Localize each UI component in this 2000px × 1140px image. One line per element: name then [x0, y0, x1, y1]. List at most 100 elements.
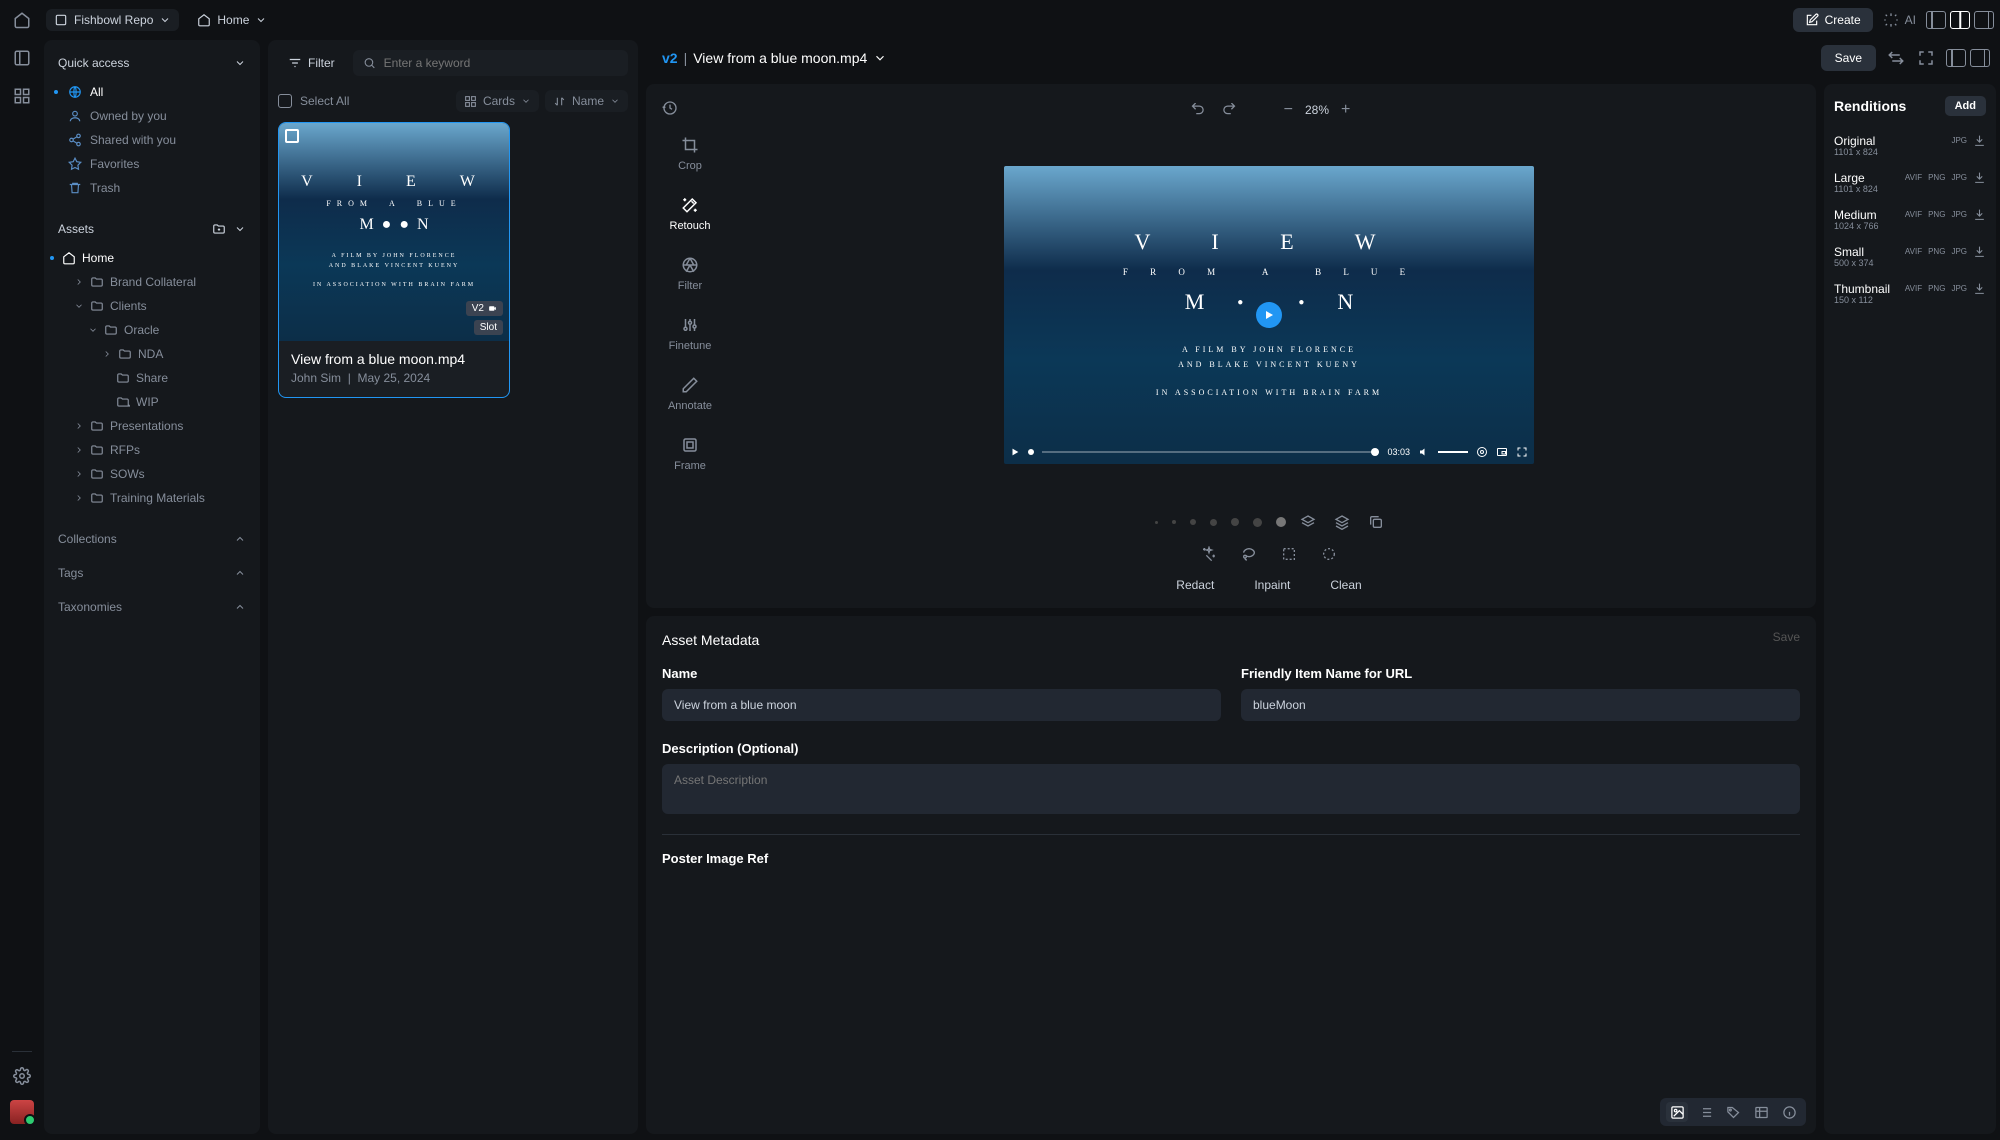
folder-plus-icon[interactable] — [212, 222, 226, 236]
nav-owned[interactable]: Owned by you — [44, 104, 260, 128]
nav-trash[interactable]: Trash — [44, 176, 260, 200]
lasso-icon[interactable] — [1241, 546, 1257, 562]
zoom-in[interactable]: + — [1341, 101, 1350, 119]
ai-redact[interactable]: Redact — [1176, 578, 1214, 592]
tree-sows[interactable]: SOWs — [44, 462, 260, 486]
detail-tabs[interactable] — [1660, 1098, 1806, 1126]
rendition-item[interactable]: Original JPG 1101 x 824 — [1834, 134, 1986, 157]
layout-left-icon[interactable] — [1946, 49, 1966, 67]
layout-center-icon[interactable] — [1950, 11, 1970, 29]
undo-icon[interactable] — [1188, 100, 1208, 120]
clone-icon[interactable] — [1368, 514, 1384, 530]
history-icon[interactable] — [660, 98, 680, 118]
settings-icon[interactable] — [1476, 446, 1488, 458]
tree-oracle[interactable]: Oracle — [44, 318, 260, 342]
image-tab-icon[interactable] — [1666, 1102, 1688, 1122]
video-player[interactable]: V I E W F R O M A B L U E M ● ● N A FILM… — [1004, 166, 1534, 464]
progress-bar[interactable] — [1042, 451, 1379, 453]
search-input[interactable] — [353, 50, 628, 76]
breadcrumb-home[interactable]: Home — [189, 9, 275, 31]
redo-icon[interactable] — [1220, 100, 1240, 120]
info-tab-icon[interactable] — [1778, 1102, 1800, 1122]
tool-finetune[interactable]: Finetune — [669, 316, 712, 352]
settings-icon[interactable] — [12, 1066, 32, 1086]
rendition-item[interactable]: Medium AVIFPNGJPG 1024 x 766 — [1834, 208, 1986, 231]
layout-right-icon[interactable] — [1974, 11, 1994, 29]
add-rendition-button[interactable]: Add — [1945, 96, 1986, 116]
filter-button[interactable]: Filter — [278, 51, 345, 75]
table-tab-icon[interactable] — [1750, 1102, 1772, 1122]
ai-clean[interactable]: Clean — [1330, 578, 1361, 592]
rendition-item[interactable]: Small AVIFPNGJPG 500 x 374 — [1834, 245, 1986, 268]
nav-favorites[interactable]: Favorites — [44, 152, 260, 176]
scrub-start-icon[interactable] — [1028, 449, 1034, 455]
tree-brand[interactable]: Brand Collateral — [44, 270, 260, 294]
tree-share[interactable]: Share — [44, 366, 260, 390]
tag-tab-icon[interactable] — [1722, 1102, 1744, 1122]
rendition-item[interactable]: Thumbnail AVIFPNGJPG 150 x 112 — [1834, 282, 1986, 305]
list-tab-icon[interactable] — [1694, 1102, 1716, 1122]
fullscreen-icon[interactable] — [1916, 48, 1936, 68]
download-icon[interactable] — [1973, 282, 1986, 295]
tree-presentations[interactable]: Presentations — [44, 414, 260, 438]
tool-crop[interactable]: Crop — [678, 136, 702, 172]
tree-clients[interactable]: Clients — [44, 294, 260, 318]
metadata-save-button[interactable]: Save — [1773, 630, 1800, 644]
play-button[interactable] — [1256, 302, 1282, 328]
download-icon[interactable] — [1973, 208, 1986, 221]
file-title[interactable]: v2 | View from a blue moon.mp4 — [652, 44, 897, 72]
home-icon[interactable] — [12, 10, 32, 30]
rendition-item[interactable]: Large AVIFPNGJPG 1101 x 824 — [1834, 171, 1986, 194]
tree-nda[interactable]: NDA — [44, 342, 260, 366]
tags-header[interactable]: Tags — [44, 556, 260, 590]
rect-select-icon[interactable] — [1281, 546, 1297, 562]
mask-icon[interactable] — [1334, 514, 1350, 530]
name-input[interactable] — [662, 689, 1221, 721]
grid-icon[interactable] — [12, 86, 32, 106]
volume-icon[interactable] — [1418, 446, 1430, 458]
play-icon[interactable] — [1010, 447, 1020, 457]
repo-selector[interactable]: Fishbowl Repo — [46, 9, 179, 31]
layout-toggle[interactable] — [1926, 11, 1994, 29]
save-button[interactable]: Save — [1821, 45, 1876, 71]
tree-rfps[interactable]: RFPs — [44, 438, 260, 462]
create-button[interactable]: Create — [1793, 8, 1873, 32]
select-all[interactable]: Select All — [278, 94, 349, 108]
taxonomies-header[interactable]: Taxonomies — [44, 590, 260, 624]
asset-card[interactable]: V I E W FROM A BLUE M ● ● N A FILM BY JO… — [278, 122, 510, 398]
tree-training[interactable]: Training Materials — [44, 486, 260, 510]
tool-filter[interactable]: Filter — [678, 256, 702, 292]
tree-home[interactable]: Home — [44, 246, 260, 270]
tool-retouch[interactable]: Retouch — [670, 196, 711, 232]
collections-header[interactable]: Collections — [44, 522, 260, 556]
volume-bar[interactable] — [1438, 451, 1468, 453]
zoom-out[interactable]: − — [1284, 101, 1293, 119]
download-icon[interactable] — [1973, 134, 1986, 147]
tree-wip[interactable]: WIP — [44, 390, 260, 414]
magic-select-icon[interactable] — [1201, 546, 1217, 562]
layers-icon[interactable] — [1300, 514, 1316, 530]
panels-icon[interactable] — [12, 48, 32, 68]
assets-header[interactable]: Assets — [44, 212, 260, 246]
user-avatar[interactable] — [10, 1100, 34, 1124]
tool-frame[interactable]: Frame — [674, 436, 706, 472]
ai-toggle[interactable]: AI — [1883, 12, 1916, 28]
tool-annotate[interactable]: Annotate — [668, 376, 712, 412]
description-input[interactable] — [662, 764, 1800, 814]
brush-size-picker[interactable] — [1155, 517, 1286, 527]
url-input[interactable] — [1241, 689, 1800, 721]
ai-inpaint[interactable]: Inpaint — [1254, 578, 1290, 592]
layout-left-icon[interactable] — [1926, 11, 1946, 29]
ellipse-select-icon[interactable] — [1321, 546, 1337, 562]
nav-shared[interactable]: Shared with you — [44, 128, 260, 152]
download-icon[interactable] — [1973, 245, 1986, 258]
sort-select[interactable]: Name — [545, 90, 628, 112]
layout-right-icon[interactable] — [1970, 49, 1990, 67]
download-icon[interactable] — [1973, 171, 1986, 184]
pip-icon[interactable] — [1496, 446, 1508, 458]
fullscreen-icon[interactable] — [1516, 446, 1528, 458]
view-mode-select[interactable]: Cards — [456, 90, 539, 112]
swap-icon[interactable] — [1886, 48, 1906, 68]
nav-all[interactable]: All — [44, 80, 260, 104]
quick-access-header[interactable]: Quick access — [44, 46, 260, 80]
